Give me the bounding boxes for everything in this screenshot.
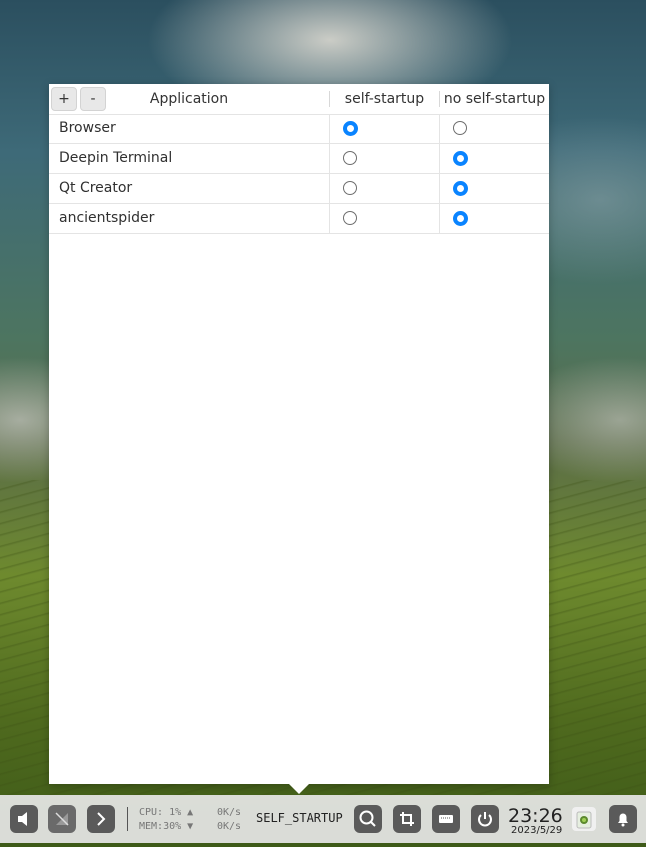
keyboard-icon[interactable] [432, 805, 460, 833]
table-row[interactable]: Browser [49, 114, 549, 144]
cell-divider [329, 114, 330, 144]
app-name: ancientspider [59, 210, 155, 226]
cell-divider [329, 144, 330, 174]
mem-usage: MEM:30% ▼ [139, 821, 194, 832]
column-header-self-startup[interactable]: self-startup [330, 84, 439, 114]
no-self-startup-radio[interactable] [453, 181, 468, 196]
cell-divider [439, 114, 440, 144]
app-name: Browser [59, 120, 116, 136]
dock-divider [127, 807, 128, 831]
search-icon[interactable] [354, 805, 382, 833]
no-self-startup-radio[interactable] [453, 121, 467, 135]
self-startup-window: + - Application self-startup no self-sta… [49, 84, 549, 784]
clock-date: 2023/5/29 [511, 825, 563, 836]
add-button[interactable]: + [51, 87, 77, 111]
chevron-right-icon[interactable] [87, 805, 115, 833]
remove-button[interactable]: - [80, 87, 106, 111]
cell-divider [329, 204, 330, 234]
no-self-startup-radio[interactable] [453, 151, 468, 166]
self-startup-radio[interactable] [343, 121, 358, 136]
table-row[interactable]: Qt Creator [49, 174, 549, 204]
column-header-application[interactable]: Application [109, 84, 269, 114]
cpu-usage: CPU: 1% ▲ [139, 807, 194, 818]
volume-icon[interactable] [10, 805, 38, 833]
taskbar: CPU: 1% ▲ MEM:30% ▼ 0K/s 0K/s SELF_START… [0, 795, 646, 843]
trash-icon[interactable] [572, 807, 596, 831]
network-icon[interactable] [48, 805, 76, 833]
active-app-label[interactable]: SELF_STARTUP [256, 811, 343, 825]
cell-divider [439, 204, 440, 234]
net-download: 0K/s [217, 821, 242, 832]
self-startup-radio[interactable] [343, 211, 357, 225]
cell-divider [329, 174, 330, 204]
table-row[interactable]: ancientspider [49, 204, 549, 234]
net-upload: 0K/s [217, 807, 242, 818]
app-name: Deepin Terminal [59, 150, 173, 166]
self-startup-radio[interactable] [343, 181, 357, 195]
power-icon[interactable] [471, 805, 499, 833]
table-row[interactable]: Deepin Terminal [49, 144, 549, 174]
screenshot-icon[interactable] [393, 805, 421, 833]
cell-divider [439, 144, 440, 174]
table-header: + - Application self-startup no self-sta… [49, 84, 549, 115]
clock-time[interactable]: 23:26 [508, 805, 563, 827]
self-startup-radio[interactable] [343, 151, 357, 165]
app-name: Qt Creator [59, 180, 133, 196]
column-header-no-self-startup[interactable]: no self-startup [440, 84, 549, 114]
popup-pointer [289, 784, 309, 794]
notification-bell-icon[interactable] [609, 805, 637, 833]
cell-divider [439, 174, 440, 204]
no-self-startup-radio[interactable] [453, 211, 468, 226]
